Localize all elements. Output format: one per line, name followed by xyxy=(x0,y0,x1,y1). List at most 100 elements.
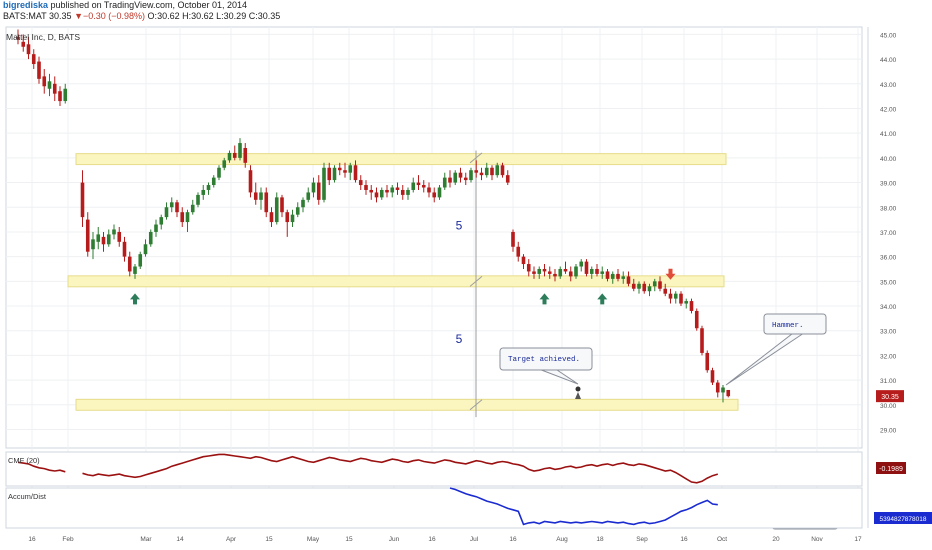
candle-body xyxy=(316,182,321,200)
candle-body xyxy=(190,204,195,213)
candle-body xyxy=(274,197,279,223)
candle-body xyxy=(574,266,578,277)
candle-body xyxy=(411,182,416,190)
candle-body xyxy=(280,197,284,213)
candle-body xyxy=(122,241,127,257)
indicator-panes: CMF (20) Accum/Dist -0.1989 5394827878018 xyxy=(5,451,932,529)
price-tick-label: 41.00 xyxy=(880,131,897,138)
candle-body xyxy=(379,189,384,198)
candle-body xyxy=(253,192,258,200)
candle-body xyxy=(211,177,216,186)
cmf-value-label: -0.1989 xyxy=(879,466,903,473)
candle-body xyxy=(21,41,26,47)
candle-body xyxy=(369,189,374,193)
candle-body xyxy=(42,76,47,87)
candle-body xyxy=(106,234,111,245)
candle-body xyxy=(658,281,662,289)
candle-body xyxy=(385,189,389,193)
candle-body xyxy=(26,44,31,55)
candle-body xyxy=(479,172,484,176)
candle-body xyxy=(358,180,363,186)
candle-body xyxy=(526,264,531,272)
price-tick-label: 34.00 xyxy=(880,304,897,311)
price-tick-label: 45.00 xyxy=(880,32,897,39)
candle-body xyxy=(642,283,647,292)
time-tick-label: Aug xyxy=(556,536,568,543)
candle-body xyxy=(679,293,683,304)
candle-body xyxy=(395,187,400,190)
candle-body xyxy=(684,301,689,304)
candle-body xyxy=(248,170,253,193)
candle-body xyxy=(516,246,521,257)
candle-body xyxy=(238,143,242,158)
candle-body xyxy=(337,167,342,171)
time-tick-label: 14 xyxy=(176,536,184,543)
time-tick-label: Mar xyxy=(140,536,152,543)
candle-body xyxy=(595,268,599,274)
candle-body xyxy=(52,83,57,94)
candle-body xyxy=(96,234,101,242)
hammer-callout-text: Hammer. xyxy=(772,322,804,330)
time-tick-label: Jul xyxy=(470,536,479,543)
candle-body xyxy=(626,276,631,284)
candle-body xyxy=(148,231,153,245)
time-tick-label: 20 xyxy=(772,536,780,543)
candle-body xyxy=(437,187,442,198)
candle-body xyxy=(490,167,494,176)
target-callout-text: Target achieved. xyxy=(508,356,580,364)
candle-body xyxy=(196,194,200,205)
measure-label: 5 xyxy=(456,218,463,232)
candle-body xyxy=(138,254,143,267)
price-tick-label: 37.00 xyxy=(880,230,897,237)
price-tick-label: 40.00 xyxy=(880,156,897,163)
candle-body xyxy=(463,177,468,181)
candle-body xyxy=(589,268,594,274)
price-pane xyxy=(5,26,863,449)
candle-body xyxy=(715,382,720,393)
candle-body xyxy=(663,288,668,294)
candle-body xyxy=(505,175,510,183)
candle-body xyxy=(332,167,337,181)
candle-body xyxy=(453,172,458,183)
price-tick-label: 44.00 xyxy=(880,57,897,64)
candle-body xyxy=(364,185,368,190)
accum-dist-label: Accum/Dist xyxy=(8,492,47,501)
price-zone xyxy=(75,398,739,411)
time-tick-label: 16 xyxy=(509,536,517,543)
price-chart[interactable]: 55 Target achieved.Hammer.Bullishdiverge… xyxy=(0,0,932,550)
candle-body xyxy=(427,187,431,193)
candle-body xyxy=(721,387,725,393)
candle-body xyxy=(327,167,332,181)
candle-body xyxy=(180,212,185,223)
candle-body xyxy=(537,268,542,274)
candle-body xyxy=(159,217,164,225)
person-icon xyxy=(575,386,581,392)
candle-body xyxy=(58,91,62,102)
candle-body xyxy=(133,266,137,274)
candle-body xyxy=(469,170,473,181)
candle-body xyxy=(306,192,311,200)
candle-body xyxy=(568,271,573,277)
candle-body xyxy=(726,389,731,397)
candle-body xyxy=(495,165,500,176)
candle-body xyxy=(631,283,636,289)
candle-body xyxy=(285,212,290,223)
time-tick-label: Nov xyxy=(811,536,823,543)
candle-body xyxy=(295,207,300,215)
candle-body xyxy=(390,187,395,193)
candle-body xyxy=(558,268,563,277)
price-tick-label: 33.00 xyxy=(880,329,897,336)
candle-body xyxy=(201,189,206,195)
candle-body xyxy=(710,370,715,383)
price-zone xyxy=(67,275,725,288)
price-tick-label: 43.00 xyxy=(880,82,897,89)
candle-body xyxy=(264,192,269,213)
price-tick-label: 36.00 xyxy=(880,255,897,262)
candle-body xyxy=(421,185,426,188)
candle-body xyxy=(227,152,232,161)
candle-body xyxy=(484,167,489,176)
candle-body xyxy=(705,352,710,371)
candle-body xyxy=(85,219,90,252)
candle-body xyxy=(400,189,405,195)
price-tick-label: 42.00 xyxy=(880,106,897,113)
